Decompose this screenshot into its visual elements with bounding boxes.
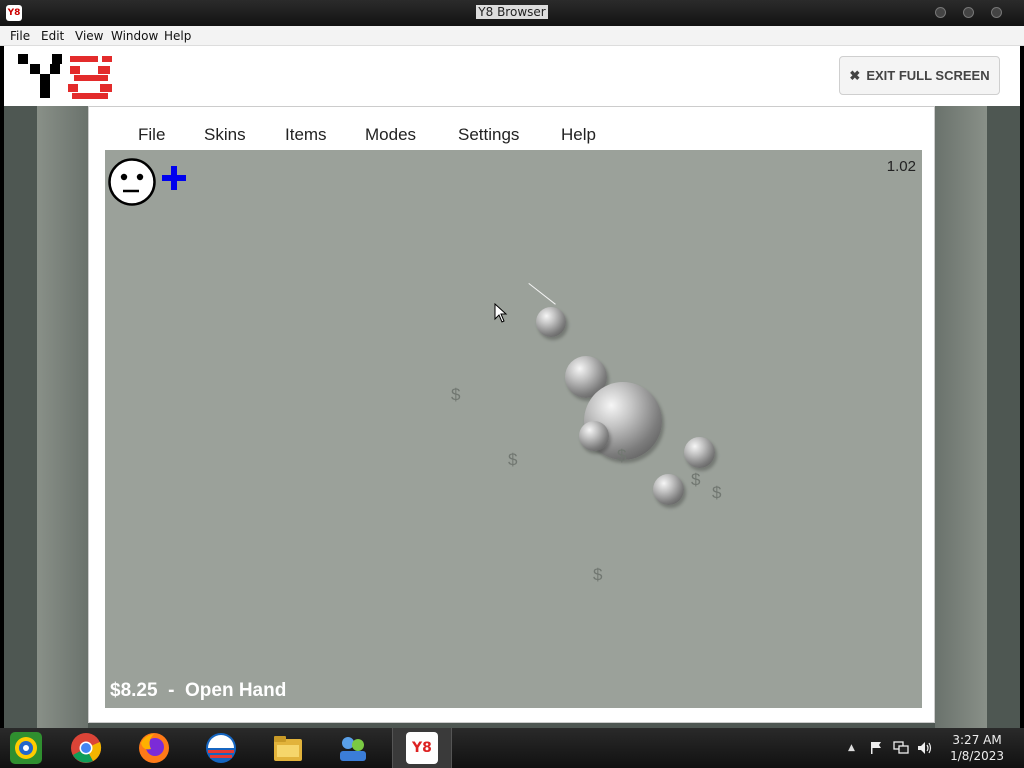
face-icon[interactable] (108, 158, 156, 206)
side-panel-left (37, 106, 88, 728)
window-title: Y8 Browser (476, 5, 548, 19)
exit-fullscreen-button[interactable]: ✖ EXIT FULL SCREEN (839, 56, 1000, 95)
y8-logo[interactable] (18, 54, 120, 100)
aim-line (528, 283, 556, 305)
mouse-cursor-icon (494, 303, 508, 323)
add-plus-icon[interactable] (161, 165, 187, 191)
y8-icon[interactable]: Y8 (406, 732, 438, 764)
file-explorer-icon[interactable] (271, 731, 305, 765)
menu-view[interactable]: View (75, 29, 103, 43)
side-panel-right (935, 106, 987, 728)
clock-date: 1/8/2023 (950, 749, 1004, 763)
taskbar: Y8 ▲ 3:27 AM 1/8/2023 (0, 728, 1024, 768)
menu-window[interactable]: Window (111, 29, 158, 43)
dollar-pickup: $ (617, 446, 627, 465)
start-icon[interactable] (9, 731, 43, 765)
game-menu-modes[interactable]: Modes (365, 125, 416, 145)
game-menu-items[interactable]: Items (285, 125, 327, 145)
clock-time: 3:27 AM (952, 733, 1002, 747)
menu-file[interactable]: File (10, 29, 30, 43)
menu-edit[interactable]: Edit (41, 29, 64, 43)
close-window-button[interactable] (991, 7, 1002, 18)
game-menubar: File Skins Items Modes Settings Help (105, 120, 922, 150)
close-icon: ✖ (849, 67, 861, 83)
system-clock[interactable]: 3:27 AM 1/8/2023 (950, 732, 1004, 764)
chrome-icon[interactable] (69, 731, 103, 765)
maximize-button[interactable] (963, 7, 974, 18)
game-menu-skins[interactable]: Skins (204, 125, 246, 145)
ball-small-right (684, 437, 715, 468)
edge-icon[interactable] (204, 731, 238, 765)
game-menu-file[interactable]: File (138, 125, 165, 145)
firefox-icon[interactable] (137, 731, 171, 765)
ball-small-top (536, 307, 566, 337)
game-canvas[interactable]: File Skins Items Modes Settings Help 1.0… (105, 120, 922, 708)
dollar-pickup: $ (593, 565, 603, 584)
dollar-pickup: $ (691, 470, 701, 489)
flag-icon[interactable] (869, 741, 883, 755)
ball-small-bottom (653, 474, 684, 505)
menu-help[interactable]: Help (164, 29, 191, 43)
status-text: $8.25 - Open Hand (110, 680, 287, 701)
dollar-pickup: $ (712, 483, 722, 502)
site-header: ✖ EXIT FULL SCREEN (4, 46, 1020, 106)
game-menu-settings[interactable]: Settings (458, 125, 519, 145)
network-status-icon[interactable] (893, 741, 909, 755)
volume-icon[interactable] (917, 741, 933, 755)
dollar-pickup: $ (451, 385, 461, 404)
game-menu-help[interactable]: Help (561, 125, 596, 145)
minimize-button[interactable] (935, 7, 946, 18)
title-bar: Y8 Y8 Browser (0, 0, 1024, 26)
dollar-pickup: $ (508, 450, 518, 469)
network-icon[interactable] (336, 731, 370, 765)
ball-small-left (579, 421, 609, 451)
app-menubar: File Edit View Window Help (0, 26, 1024, 46)
version-label: 1.02 (886, 158, 916, 175)
show-hidden-icons-icon[interactable]: ▲ (848, 743, 855, 753)
